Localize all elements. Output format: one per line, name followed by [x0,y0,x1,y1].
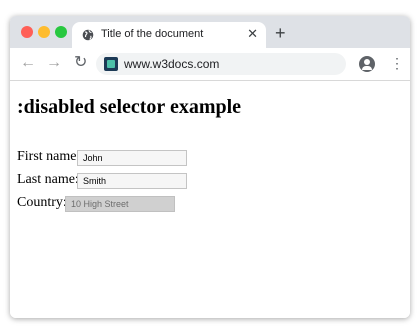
first-name-label: First name: [17,149,81,164]
browser-window: Title of the document ✕ + ← → ↻ www.w3do… [10,16,410,318]
browser-tab[interactable]: Title of the document ✕ [72,22,266,48]
close-window-button[interactable] [21,26,33,38]
maximize-window-button[interactable] [55,26,67,38]
new-tab-button[interactable]: + [275,24,286,42]
url-text[interactable]: www.w3docs.com [124,57,219,71]
page-content: :disabled selector example First name: J… [10,81,410,318]
close-tab-icon[interactable]: ✕ [247,26,258,42]
page-heading: :disabled selector example [17,96,242,118]
title-bar: Title of the document ✕ + [10,16,410,48]
tab-title: Title of the document [101,28,204,40]
back-arrow-icon[interactable]: ← [20,54,36,72]
profile-icon[interactable] [359,56,375,72]
forward-arrow-icon[interactable]: → [46,54,62,72]
reload-icon[interactable]: ↻ [74,54,87,72]
address-bar[interactable]: www.w3docs.com [96,53,346,75]
last-name-input[interactable]: Smith [77,173,187,189]
minimize-window-button[interactable] [38,26,50,38]
menu-kebab-icon[interactable]: ⋮ [390,55,404,71]
first-name-input[interactable]: John [77,150,187,166]
site-favicon-icon [104,57,118,71]
last-name-label: Last name: [17,172,79,187]
browser-toolbar: ← → ↻ www.w3docs.com ⋮ [10,48,410,81]
globe-icon [82,29,94,41]
country-input-disabled: 10 High Street [65,196,175,212]
country-label: Country: [17,195,67,210]
